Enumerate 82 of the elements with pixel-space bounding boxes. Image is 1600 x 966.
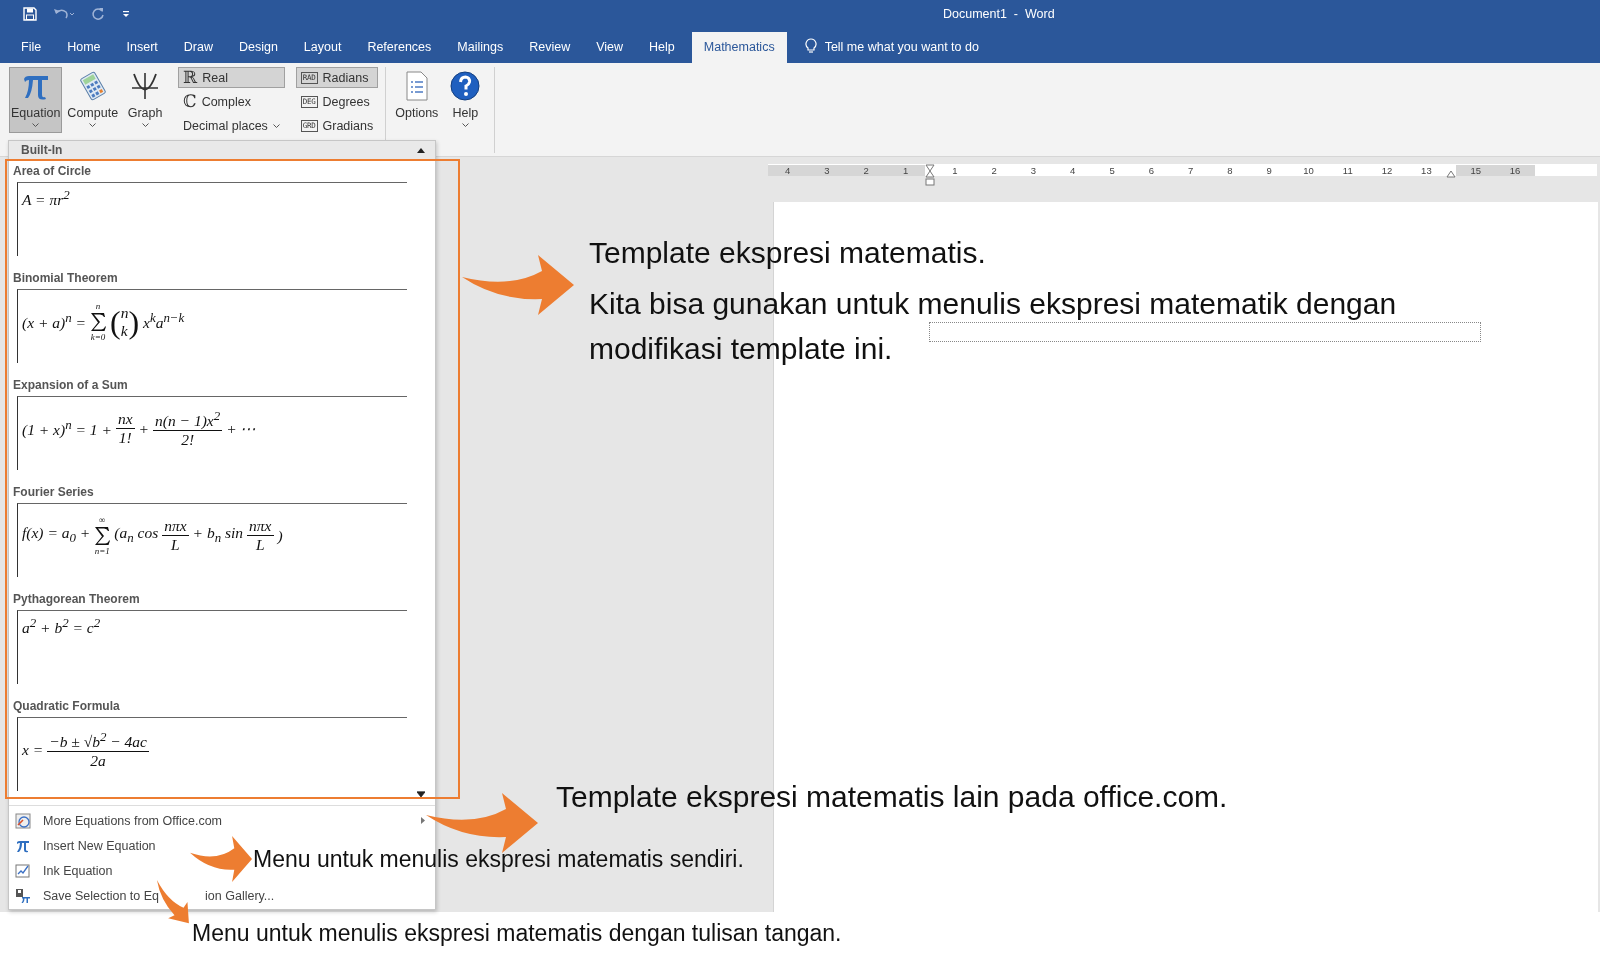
ribbon-tab[interactable]: Draw: [170, 32, 226, 63]
ribbon-tab[interactable]: File: [8, 32, 55, 63]
menu-item[interactable]: Save Selection to Eq ion Gallery...: [9, 883, 275, 908]
ribbon-tab[interactable]: Mathematics: [691, 32, 787, 63]
ribbon-tab[interactable]: View: [583, 32, 637, 63]
ruler-number: 16: [1495, 164, 1535, 176]
ruler-number: 13: [1420, 164, 1433, 176]
graph-icon: [130, 71, 161, 101]
ruler-number: 9: [1265, 164, 1273, 176]
ribbon-tab[interactable]: Layout: [290, 32, 355, 63]
dropdown-button[interactable]: Decimal places: [178, 115, 285, 136]
ribbon-tab[interactable]: Insert: [113, 32, 171, 63]
menu-item[interactable]: Insert New Equation: [9, 833, 156, 858]
chevron-icon: [272, 123, 280, 128]
ruler-number: 1: [951, 164, 959, 176]
save-icon[interactable]: [23, 7, 37, 21]
ruler-number: 8: [1226, 164, 1234, 176]
annotation-text: Menu untuk menulis ekspresi matematis dengan tulisan tangan.: [192, 920, 842, 947]
toggle-button[interactable]: ℂ Complex: [178, 91, 285, 112]
ribbon-button[interactable]: Help: [443, 67, 488, 133]
ruler-number: 11: [1341, 164, 1354, 176]
ruler-number: 15: [1456, 164, 1496, 176]
ribbon-button[interactable]: Options: [393, 67, 441, 133]
help-icon: [450, 71, 481, 101]
scroll-up-icon[interactable]: [417, 147, 425, 153]
lightbulb-icon: [804, 38, 817, 54]
ruler-number: 1: [885, 164, 926, 176]
summation-icon: [89, 311, 106, 332]
ruler-number: 6: [1147, 164, 1155, 176]
customize-icon[interactable]: [121, 9, 131, 19]
ribbon-tab[interactable]: Mailings: [444, 32, 517, 63]
equation-title: Expansion of a Sum: [13, 378, 129, 392]
chevron-icon: [32, 123, 40, 127]
ruler-number: 3: [1029, 164, 1038, 176]
equation-preview[interactable]: A = πr$^{2}$: [17, 182, 407, 256]
save-pi-icon: [15, 887, 31, 904]
ruler-number: 2: [846, 164, 886, 176]
pen-box-icon: [15, 862, 31, 879]
submenu-arrow-icon: [421, 817, 425, 824]
ribbon-button[interactable]: Graph: [123, 67, 168, 133]
menu-item[interactable]: Ink Equation: [9, 858, 113, 883]
ruler-number: 3: [807, 164, 847, 176]
toggle-button[interactable]: ℝ Real: [178, 67, 285, 88]
equation-title: Fourier Series: [13, 485, 95, 499]
ruler-number: 4: [768, 164, 808, 176]
annotation-text: Kita bisa gunakan untuk menulis ekspresi matematik dengan modifikasi template ini.: [589, 286, 1398, 367]
ribbon-tab[interactable]: References: [354, 32, 445, 63]
tell-me-field[interactable]: Tell me what you want to do: [824, 32, 979, 63]
chevron-icon: [141, 123, 149, 127]
ribbon-tab[interactable]: Help: [636, 32, 688, 63]
ribbon-button[interactable]: Compute: [65, 67, 121, 133]
equation-title: Pythagorean Theorem: [13, 592, 141, 606]
equation-preview[interactable]: a$^{2}$ + b$^{2}$ = c$^{2}$: [17, 610, 407, 684]
window-title: Document1 - Word: [943, 7, 1055, 21]
ribbon-tab[interactable]: Design: [225, 32, 291, 63]
ruler-number: 10: [1302, 164, 1315, 176]
ruler-number: 4: [1069, 164, 1077, 176]
equation-title: Quadratic Formula: [13, 699, 121, 713]
menu-item[interactable]: More Equations from Office.com: [9, 808, 435, 833]
document-icon: [403, 71, 430, 101]
annotation-text: Menu untuk menulis ekspresi matematis sendiri.: [253, 846, 744, 873]
equation-preview[interactable]: x = −b ± √b$^{2}$ − 4ac 2a: [17, 717, 407, 791]
equation-title: Binomial Theorem: [13, 271, 119, 285]
chevron-icon: [89, 123, 97, 127]
chevron-icon: [461, 123, 469, 127]
section-title: Built-In: [21, 143, 63, 157]
ribbon-tab[interactable]: Home: [54, 32, 114, 63]
redo-icon[interactable]: [91, 7, 105, 21]
ruler-number: 5: [1108, 164, 1116, 176]
ruler-number: 12: [1380, 164, 1394, 176]
indent-marker-icon[interactable]: [925, 164, 936, 186]
ribbon-button[interactable]: Equation: [9, 67, 63, 133]
undo-icon[interactable]: [53, 7, 75, 21]
ruler-number: 7: [1186, 164, 1195, 176]
margin-marker-icon[interactable]: [1446, 170, 1457, 178]
scroll-down-icon[interactable]: [417, 791, 425, 797]
equation-title: Area of Circle: [13, 164, 93, 178]
annotation-heading: Template ekspresi matematis.: [589, 236, 986, 270]
ruler-number: 2: [990, 164, 998, 176]
ribbon-tab[interactable]: Review: [516, 32, 584, 63]
annotation-text: Template ekspresi matematis lain pada office.com.: [556, 780, 1228, 814]
summation-icon: [94, 525, 111, 546]
